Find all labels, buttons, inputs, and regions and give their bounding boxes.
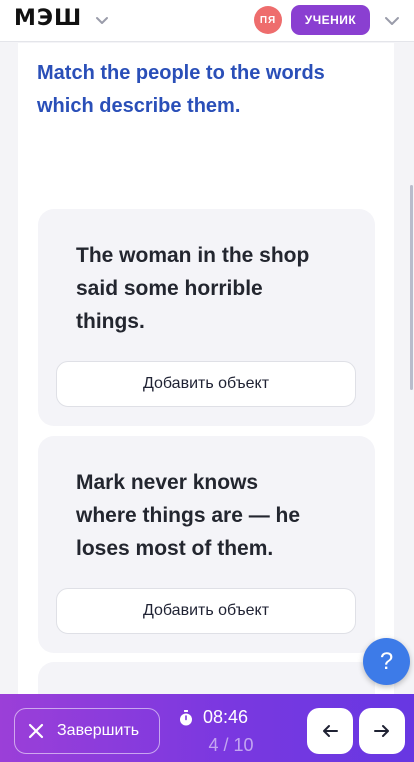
account-menu-chevron-icon[interactable] — [381, 10, 403, 32]
chevron-down-icon[interactable] — [92, 10, 112, 30]
help-button[interactable]: ? — [363, 638, 410, 685]
question-prompt: Match the people to the words which desc… — [37, 62, 325, 117]
match-card: The woman in the shop said some horrible… — [38, 209, 375, 426]
role-badge[interactable]: УЧЕНИК — [291, 5, 370, 35]
avatar[interactable]: ПЯ — [254, 6, 282, 34]
close-icon — [28, 723, 44, 739]
timer-value: 08:46 — [203, 707, 249, 727]
add-object-button[interactable]: Добавить объект — [56, 361, 356, 407]
task-content: Match the people to the words which desc… — [18, 43, 394, 694]
previous-question-button[interactable] — [307, 708, 353, 754]
question-progress: 4 / 10 — [208, 735, 254, 755]
timer: 08:46 — [178, 707, 248, 728]
finish-button[interactable]: Завершить — [14, 708, 160, 754]
top-bar: МЭШ ПЯ УЧЕНИК — [0, 0, 414, 42]
scrollbar-thumb[interactable] — [410, 185, 413, 390]
arrow-right-icon — [374, 725, 389, 737]
card-statement: The woman in the shop said some horrible… — [76, 244, 310, 333]
app-logo[interactable]: МЭШ — [14, 6, 82, 31]
next-question-button[interactable] — [359, 708, 405, 754]
arrow-left-icon — [323, 725, 338, 737]
stopwatch-icon — [180, 709, 192, 725]
finish-label: Завершить — [57, 722, 140, 739]
bottom-bar: Завершить 08:46 4 / 10 — [0, 694, 414, 762]
card-statement: Mark never knows where things are — he l… — [76, 471, 301, 560]
match-card: Mark never knows where things are — he l… — [38, 436, 375, 653]
match-card-partial — [38, 662, 375, 694]
add-object-button[interactable]: Добавить объект — [56, 588, 356, 634]
